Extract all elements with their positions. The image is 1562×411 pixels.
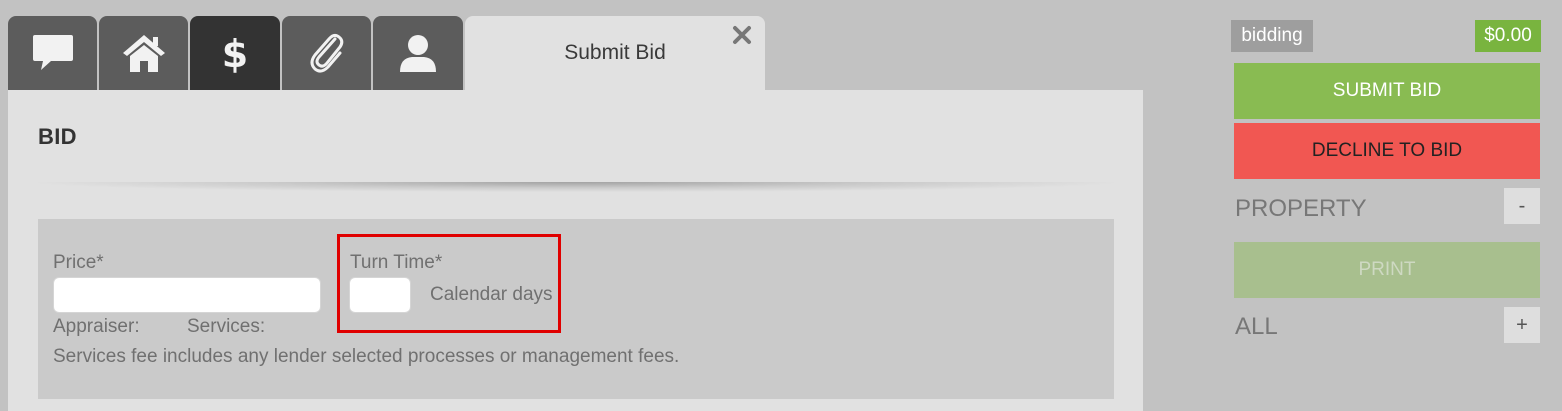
submit-bid-button[interactable]: SUBMIT BID	[1234, 63, 1540, 119]
chat-icon	[31, 33, 75, 73]
section-title: BID	[38, 124, 77, 149]
appraiser-label: Appraiser:	[53, 316, 140, 337]
print-button[interactable]: PRINT	[1234, 242, 1540, 298]
all-heading: ALL	[1235, 313, 1278, 340]
paperclip-icon	[307, 31, 347, 75]
services-label: Services:	[187, 316, 266, 337]
all-expand-button[interactable]: +	[1504, 307, 1540, 343]
home-icon	[121, 32, 167, 74]
divider	[38, 182, 1114, 192]
fee-note: Services fee includes any lender selecte…	[53, 346, 680, 367]
price-label: Price*	[53, 252, 104, 273]
tab-messages[interactable]	[8, 16, 97, 90]
turn-time-highlight	[337, 234, 561, 333]
decline-to-bid-button[interactable]: DECLINE TO BID	[1234, 123, 1540, 179]
tab-property[interactable]	[99, 16, 188, 90]
tab-contact[interactable]	[373, 16, 463, 90]
price-input[interactable]	[53, 277, 321, 313]
bid-form: Price* Turn Time* Calendar days Appraise…	[38, 219, 1114, 399]
close-icon[interactable]	[731, 24, 753, 46]
svg-text:$: $	[222, 32, 248, 75]
property-heading: PROPERTY	[1235, 195, 1367, 222]
tab-submit-bid[interactable]: Submit Bid	[465, 16, 765, 91]
bid-panel: BID Price* Turn Time* Calendar days Appr…	[8, 90, 1143, 411]
user-icon	[398, 32, 438, 74]
property-collapse-button[interactable]: -	[1504, 188, 1540, 224]
amount-badge: $0.00	[1475, 20, 1541, 52]
status-badge: bidding	[1231, 20, 1313, 52]
tab-bid[interactable]: $	[190, 16, 280, 90]
tab-attachments[interactable]	[282, 16, 371, 90]
dollar-icon: $	[220, 31, 250, 75]
tab-title: Submit Bid	[564, 41, 666, 64]
